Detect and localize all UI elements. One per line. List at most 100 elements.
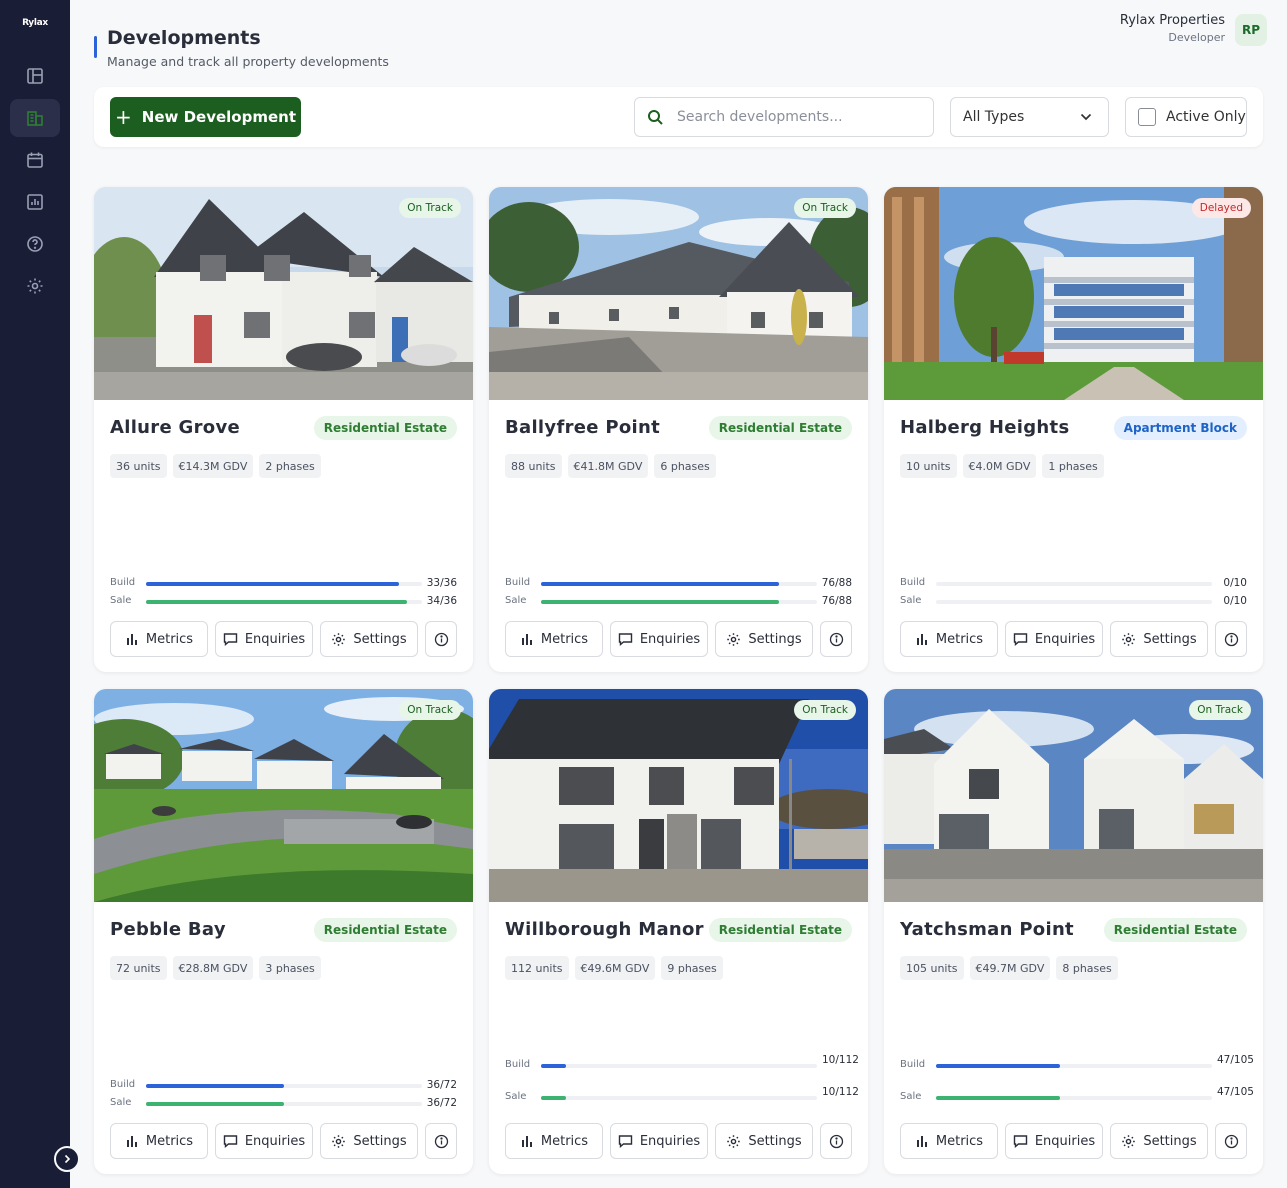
settings-button[interactable]: Settings [1110,621,1208,657]
enquiries-button[interactable]: Enquiries [1005,1123,1103,1159]
units-chip: 72 units [110,956,167,980]
development-card[interactable]: Delayed Halberg Heights Apartment Block … [884,187,1263,672]
development-name: Allure Grove [110,417,240,438]
development-name: Halberg Heights [900,417,1070,438]
development-name: Yatchsman Point [900,919,1074,940]
active-only-toggle[interactable]: Active Only [1125,97,1247,137]
sale-count: 34/36 [426,595,457,607]
settings-label: Settings [748,631,802,647]
enquiries-button[interactable]: Enquiries [215,621,313,657]
chart-icon [27,194,43,210]
settings-button[interactable]: Settings [1110,1123,1208,1159]
settings-button[interactable]: Settings [320,1123,418,1159]
header-accent [94,36,97,58]
status-badge: On Track [794,198,856,218]
message-icon [1013,1135,1028,1148]
enquiries-label: Enquiries [244,1133,306,1149]
message-icon [618,1135,633,1148]
toolbar: + New Development All Types Active Only [94,87,1263,147]
development-photo: On Track [489,187,868,400]
new-development-label: New Development [141,108,296,126]
build-progress: Build 33/36 [110,577,457,591]
gear-icon [1122,1134,1136,1148]
metrics-button[interactable]: Metrics [505,1123,603,1159]
enquiries-button[interactable]: Enquiries [610,1123,708,1159]
metrics-button[interactable]: Metrics [505,621,603,657]
nav-help[interactable] [10,225,60,263]
info-button[interactable] [425,621,457,657]
sidebar-collapse-button[interactable] [54,1146,80,1172]
build-label: Build [110,577,136,588]
type-badge: Residential Estate [1103,918,1247,942]
build-label: Build [900,577,926,588]
metrics-button[interactable]: Metrics [900,1123,998,1159]
gear-icon [332,632,346,646]
metrics-button[interactable]: Metrics [110,1123,208,1159]
development-card[interactable]: On Track Willborough Manor Residential E… [489,689,868,1174]
new-development-button[interactable]: + New Development [110,97,301,137]
bar-chart-icon [916,1136,927,1147]
units-chip: 105 units [900,956,964,980]
info-button[interactable] [820,621,852,657]
type-filter-value: All Types [963,109,1025,125]
info-button[interactable] [1215,1123,1247,1159]
settings-button[interactable]: Settings [715,1123,813,1159]
build-label: Build [505,577,531,588]
user-name: Rylax Properties [1119,13,1225,28]
status-badge: On Track [794,700,856,720]
development-photo: On Track [94,187,473,400]
enquiries-button[interactable]: Enquiries [1005,621,1103,657]
active-only-checkbox[interactable] [1138,108,1156,126]
type-badge: Residential Estate [708,416,852,440]
active-only-label: Active Only [1166,109,1246,125]
search-input[interactable] [677,106,922,128]
build-progress-fill [146,1084,284,1088]
settings-button[interactable]: Settings [320,621,418,657]
metrics-button[interactable]: Metrics [900,621,998,657]
metrics-label: Metrics [935,631,984,647]
gear-icon [727,632,741,646]
bar-chart-icon [521,1136,532,1147]
enquiries-label: Enquiries [244,631,306,647]
nav-reports[interactable] [10,183,60,221]
type-badge: Residential Estate [313,416,457,440]
avatar[interactable]: RP [1235,14,1267,46]
nav-settings[interactable] [10,267,60,305]
type-filter-select[interactable]: All Types [950,97,1109,137]
build-progress: Build 0/10 [900,577,1247,591]
status-badge: On Track [1189,700,1251,720]
type-badge: Apartment Block [1113,416,1247,440]
nav-developments[interactable] [10,99,60,137]
build-progress-fill [936,1064,1060,1068]
gdv-chip: €49.6M GDV [574,956,656,980]
info-button[interactable] [425,1123,457,1159]
status-badge: Delayed [1191,198,1251,218]
metrics-label: Metrics [540,1133,589,1149]
nav-calendar[interactable] [10,141,60,179]
enquiries-button[interactable]: Enquiries [215,1123,313,1159]
message-icon [618,633,633,646]
metrics-label: Metrics [935,1133,984,1149]
gear-icon [1122,632,1136,646]
bar-chart-icon [126,634,137,645]
info-button[interactable] [1215,621,1247,657]
enquiries-button[interactable]: Enquiries [610,621,708,657]
build-label: Build [900,1059,926,1070]
info-icon [1224,1134,1238,1148]
development-card[interactable]: On Track Ballyfree Point Residential Est… [489,187,868,672]
bar-chart-icon [521,634,532,645]
sale-progress: Sale 0/10 [900,595,1247,609]
info-button[interactable] [820,1123,852,1159]
nav-dashboard[interactable] [10,57,60,95]
info-icon [1224,632,1238,646]
development-card[interactable]: On Track Yatchsman Point Residential Est… [884,689,1263,1174]
metrics-button[interactable]: Metrics [110,621,208,657]
build-label: Build [110,1079,136,1090]
settings-button[interactable]: Settings [715,621,813,657]
gear-icon [727,1134,741,1148]
development-card[interactable]: On Track Pebble Bay Residential Estate 7… [94,689,473,1174]
units-chip: 112 units [505,956,569,980]
gdv-chip: €49.7M GDV [969,956,1051,980]
development-card[interactable]: On Track Allure Grove Residential Estate… [94,187,473,672]
sale-count: 0/10 [1223,595,1247,607]
